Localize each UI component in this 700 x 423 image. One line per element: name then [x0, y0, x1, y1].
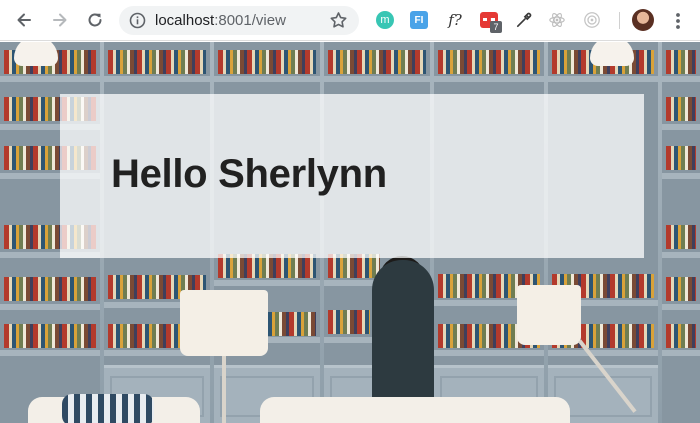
toolbar-divider [619, 12, 620, 29]
forward-arrow-icon [53, 13, 67, 27]
back-button[interactable] [12, 8, 36, 32]
reload-button[interactable] [83, 8, 107, 32]
eyedropper-icon [516, 12, 531, 27]
url-text: localhost:8001/view [155, 12, 286, 29]
more-menu-icon[interactable] [670, 10, 686, 32]
forward-button[interactable] [48, 8, 72, 32]
extension-red-button[interactable]: 7 [479, 10, 502, 33]
extension-react-button[interactable] [547, 10, 567, 30]
info-icon[interactable] [129, 12, 146, 29]
floor-lamp [180, 290, 268, 356]
profile-avatar[interactable] [632, 9, 654, 31]
sofa [260, 397, 570, 423]
floor-lamp [517, 285, 581, 345]
react-atom-icon [549, 13, 565, 27]
target-icon [584, 12, 600, 28]
back-arrow-icon [17, 13, 31, 27]
extension-font-question-button[interactable]: f? [443, 10, 467, 30]
fi-extension-icon: FI [410, 11, 428, 29]
bookshelf-column [662, 42, 700, 423]
extension-count-badge: 7 [490, 21, 502, 33]
url-host: localhost [155, 12, 215, 29]
mint-extension-icon: m [376, 11, 394, 29]
extension-mint-button[interactable]: m [375, 10, 395, 30]
striped-pillow [62, 394, 154, 423]
ceiling-lamp [590, 42, 634, 66]
greeting-panel: Hello Sherlynn [60, 94, 644, 258]
browser-toolbar: localhost:8001/view m FI f? 7 [0, 0, 700, 41]
bookmark-star-icon[interactable] [329, 11, 348, 30]
url-path: :8001/view [214, 12, 286, 29]
greeting-heading: Hello Sherlynn [111, 152, 387, 196]
address-bar[interactable]: localhost:8001/view [119, 6, 359, 35]
hero-section: Hello Sherlynn [0, 42, 700, 423]
ceiling-lamp [14, 42, 58, 66]
extension-fi-button[interactable]: FI [409, 10, 429, 30]
reload-icon [88, 13, 102, 27]
extension-eyedropper-button[interactable] [513, 10, 533, 30]
extension-target-button[interactable] [582, 10, 602, 30]
floor-lamp-pole [222, 356, 226, 423]
